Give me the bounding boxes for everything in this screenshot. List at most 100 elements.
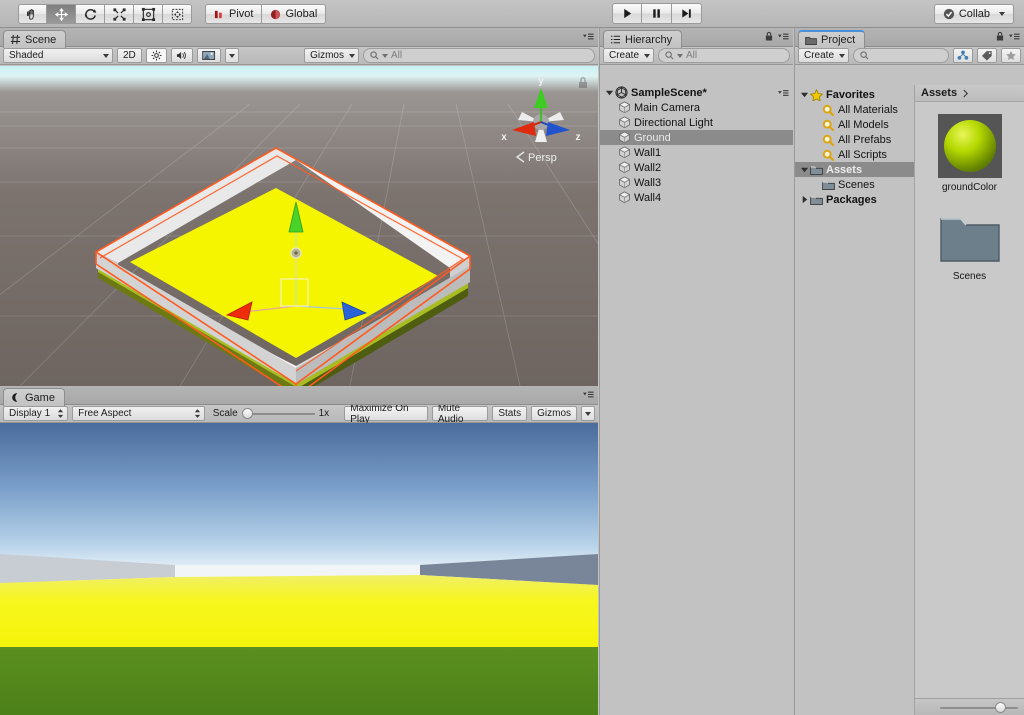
hierarchy-item-label: Ground bbox=[634, 131, 671, 144]
tab-project[interactable]: Project bbox=[798, 30, 866, 48]
hierarchy-item-wall1[interactable]: Wall1 bbox=[600, 145, 793, 160]
scene-gizmos-dropdown[interactable]: Gizmos bbox=[304, 48, 359, 63]
scale-label: Scale bbox=[212, 408, 238, 419]
display-label: Display 1 bbox=[9, 408, 51, 419]
project-tree-item-packages[interactable]: Packages bbox=[795, 192, 914, 207]
scene-menu-icon[interactable] bbox=[583, 31, 594, 42]
hierarchy-tree[interactable]: SampleScene* Main Camera Directional Lig… bbox=[600, 85, 793, 715]
scale-slider-knob[interactable] bbox=[241, 408, 253, 419]
pivot-button[interactable]: Pivot bbox=[205, 4, 263, 24]
toggle-2d-button[interactable]: 2D bbox=[117, 48, 142, 63]
scene-orientation-gizmo[interactable]: y x z Persp bbox=[486, 68, 596, 176]
tab-scene[interactable]: Scene bbox=[3, 30, 67, 48]
hierarchy-item-main-camera[interactable]: Main Camera bbox=[600, 100, 793, 115]
step-button[interactable] bbox=[672, 3, 702, 24]
game-gizmos-button[interactable]: Gizmos bbox=[531, 406, 578, 421]
project-menu-icon[interactable] bbox=[1009, 31, 1020, 42]
hierarchy-item-label: Wall4 bbox=[634, 191, 662, 204]
folder-icon bbox=[822, 181, 835, 190]
scale-tool-button[interactable] bbox=[105, 4, 134, 24]
hierarchy-item-wall3[interactable]: Wall3 bbox=[600, 175, 793, 190]
toggle-effects-button[interactable] bbox=[196, 48, 221, 63]
hand-tool-button[interactable] bbox=[18, 4, 47, 24]
toggle-audio-button[interactable] bbox=[170, 48, 193, 63]
tab-hierarchy[interactable]: Hierarchy bbox=[603, 30, 683, 48]
maximize-on-play-button[interactable]: Maximize On Play bbox=[344, 403, 428, 425]
hierarchy-create-dropdown[interactable]: Create bbox=[603, 48, 655, 63]
hierarchy-item-label: Wall2 bbox=[634, 161, 662, 174]
aspect-dropdown[interactable]: Free Aspect bbox=[72, 406, 205, 421]
scene-tab-right-controls bbox=[583, 31, 594, 42]
filter-by-type-button[interactable] bbox=[953, 48, 973, 63]
icon-size-slider[interactable] bbox=[940, 701, 1018, 713]
hierarchy-object-list[interactable]: Main Camera Directional Light Ground Wal… bbox=[600, 100, 793, 205]
display-dropdown[interactable]: Display 1 bbox=[3, 406, 69, 421]
lock-icon[interactable] bbox=[765, 31, 773, 42]
pause-button[interactable] bbox=[642, 3, 672, 24]
hierarchy-item-ground[interactable]: Ground bbox=[600, 130, 793, 145]
asset-type-icon bbox=[957, 50, 969, 60]
rotate-tool-button[interactable] bbox=[76, 4, 105, 24]
chevron-down-icon bbox=[349, 53, 355, 58]
scene-viewport[interactable]: y x z Persp bbox=[0, 66, 598, 386]
project-tree-item-all-prefabs[interactable]: All Prefabs bbox=[795, 132, 914, 147]
project-tree-item-all-materials[interactable]: All Materials bbox=[795, 102, 914, 117]
hierarchy-menu-icon[interactable] bbox=[778, 31, 789, 42]
icon-size-knob[interactable] bbox=[995, 701, 1006, 713]
game-gizmos-dropdown[interactable] bbox=[581, 406, 596, 421]
draw-mode-label: Shaded bbox=[9, 50, 44, 61]
move-tool-button[interactable] bbox=[47, 4, 76, 24]
pivot-label: Pivot bbox=[229, 8, 254, 20]
global-button[interactable]: Global bbox=[262, 4, 327, 24]
tab-game[interactable]: Game bbox=[3, 388, 65, 406]
asset-item-scenes[interactable]: Scenes bbox=[922, 207, 1018, 282]
asset-item-groundcolor[interactable]: groundColor bbox=[922, 114, 1018, 193]
play-button[interactable] bbox=[612, 3, 642, 24]
filter-by-label-button[interactable] bbox=[977, 48, 997, 63]
lock-icon[interactable] bbox=[996, 31, 1004, 42]
game-viewport[interactable] bbox=[0, 423, 598, 715]
hierarchy-item-wall2[interactable]: Wall2 bbox=[600, 160, 793, 175]
rect-tool-button[interactable] bbox=[134, 4, 163, 24]
favorite-button[interactable] bbox=[1001, 48, 1021, 63]
scale-slider[interactable] bbox=[241, 408, 315, 419]
hierarchy-scene-row[interactable]: SampleScene* bbox=[600, 85, 793, 100]
stats-button[interactable]: Stats bbox=[492, 406, 528, 421]
asset-item-label: groundColor bbox=[941, 182, 998, 193]
scene-context-menu-icon[interactable] bbox=[778, 88, 789, 98]
transform-tool-button[interactable] bbox=[163, 4, 192, 24]
effects-dropdown-button[interactable] bbox=[224, 48, 239, 63]
breadcrumb[interactable]: Assets bbox=[915, 85, 1024, 102]
hierarchy-item-directional-light[interactable]: Directional Light bbox=[600, 115, 793, 130]
scene-foldout-icon[interactable] bbox=[604, 87, 615, 98]
draw-mode-dropdown[interactable]: Shaded bbox=[3, 48, 113, 63]
project-tree-item-scenes[interactable]: Scenes bbox=[795, 177, 914, 192]
aspect-label: Free Aspect bbox=[78, 408, 132, 419]
foldout-toggle-icon[interactable] bbox=[798, 165, 810, 174]
game-view-panel: Game Display 1 Free Aspect Scale 1x Maxi… bbox=[0, 386, 598, 715]
folder-icon bbox=[810, 196, 823, 205]
mute-audio-button[interactable]: Mute Audio bbox=[431, 403, 489, 425]
asset-grid[interactable]: groundColor Scenes bbox=[915, 102, 1024, 282]
game-tabbar: Game bbox=[0, 386, 598, 406]
project-tree-item-favorites[interactable]: Favorites bbox=[795, 87, 914, 102]
collab-button[interactable]: Collab bbox=[933, 4, 1014, 24]
project-tree-item-all-models[interactable]: All Models bbox=[795, 117, 914, 132]
toggle-lighting-button[interactable] bbox=[145, 48, 167, 63]
project-content-pane[interactable]: Assets groundColor Scenes bbox=[915, 85, 1024, 715]
foldout-toggle-icon[interactable] bbox=[798, 90, 810, 99]
hierarchy-item-wall4[interactable]: Wall4 bbox=[600, 190, 793, 205]
project-tree-item-assets[interactable]: Assets bbox=[795, 162, 914, 177]
project-create-dropdown[interactable]: Create bbox=[798, 48, 850, 63]
material-preview-sphere bbox=[937, 114, 1002, 178]
project-tree[interactable]: Favorites All Materials All Models All P… bbox=[795, 85, 915, 715]
gameobject-cube-icon bbox=[618, 116, 631, 129]
foldout-toggle-icon[interactable] bbox=[798, 195, 810, 204]
project-tree-item-all-scripts[interactable]: All Scripts bbox=[795, 147, 914, 162]
game-menu-icon[interactable] bbox=[583, 389, 594, 400]
hierarchy-search-input[interactable]: All bbox=[658, 48, 790, 63]
project-search-input[interactable] bbox=[853, 48, 949, 63]
image-icon bbox=[202, 51, 215, 60]
chevron-down-icon bbox=[839, 53, 846, 58]
scene-search-input[interactable]: All bbox=[363, 48, 595, 63]
